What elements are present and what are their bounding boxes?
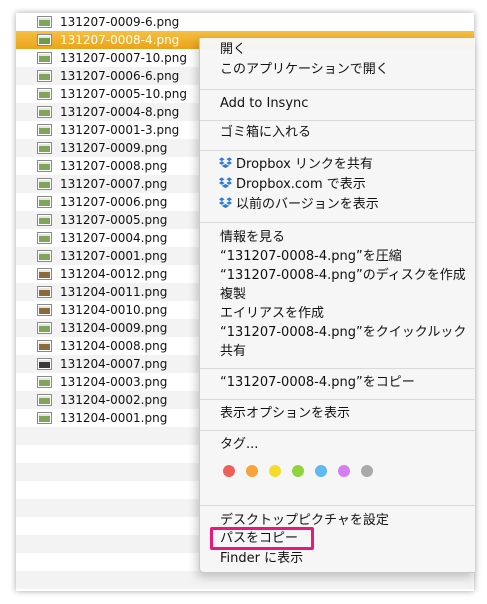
tag-color-dot[interactable] (315, 465, 327, 477)
file-name: 131207-0006-6.png (60, 69, 180, 83)
dropbox-icon (218, 177, 233, 189)
file-name: 131207-0005-10.png (60, 87, 187, 101)
tag-color-dot[interactable] (223, 465, 235, 477)
menu-separator (200, 399, 475, 400)
png-file-thumbnail-icon (37, 412, 52, 424)
png-file-thumbnail-icon (37, 394, 52, 406)
file-name: 131207-0006.png (60, 195, 168, 209)
png-file-thumbnail-icon (37, 214, 52, 226)
file-name: 131204-0010.png (60, 303, 168, 317)
menu-item-dropbox-view-web[interactable]: Dropbox.com で表示 (218, 175, 475, 195)
png-file-thumbnail-icon (37, 286, 52, 298)
menu-separator (200, 505, 475, 506)
file-name: 131207-0001-3.png (60, 123, 180, 137)
file-name: 131207-0004-8.png (60, 105, 180, 119)
file-name: 131207-0005.png (60, 213, 168, 227)
menu-separator (200, 368, 475, 369)
file-name: 131207-0004.png (60, 231, 168, 245)
menu-item-open[interactable]: 開く (220, 40, 475, 60)
menu-item-share[interactable]: 共有 (220, 342, 475, 362)
file-name: 131207-0009.png (60, 141, 168, 155)
menu-separator (200, 222, 475, 223)
png-file-thumbnail-icon (37, 34, 52, 46)
png-file-thumbnail-icon (37, 376, 52, 388)
png-file-thumbnail-icon (37, 106, 52, 118)
file-name: 131207-0007-10.png (60, 51, 187, 65)
menu-item-get-info[interactable]: 情報を見る (220, 228, 475, 248)
file-name: 131204-0007.png (60, 357, 168, 371)
file-name: 131204-0011.png (60, 285, 168, 299)
png-file-thumbnail-icon (37, 268, 52, 280)
menu-item-label: Dropbox.com で表示 (236, 177, 366, 192)
annotation-highlight-box (210, 527, 314, 550)
dropbox-icon (218, 157, 233, 169)
png-file-thumbnail-icon (37, 124, 52, 136)
menu-item-make-alias[interactable]: エイリアスを作成 (220, 304, 475, 324)
menu-separator (200, 150, 475, 151)
dropbox-icon (218, 197, 233, 209)
tag-color-dot[interactable] (246, 465, 258, 477)
png-file-thumbnail-icon (37, 52, 52, 64)
menu-separator (200, 430, 475, 431)
file-name: 131204-0009.png (60, 321, 168, 335)
context-menu: 開く このアプリケーションで開く Add to Insync ゴミ箱に入れる D… (199, 38, 475, 573)
tag-color-dot[interactable] (269, 465, 281, 477)
tag-color-dot[interactable] (292, 465, 304, 477)
menu-item-reveal-in-finder[interactable]: Finder に表示 (220, 549, 475, 569)
file-name: 131207-0009-6.png (60, 15, 180, 29)
menu-item-dropbox-previous-versions[interactable]: 以前のバージョンを表示 (218, 195, 475, 215)
png-file-thumbnail-icon (37, 322, 52, 334)
menu-item-add-to-insync[interactable]: Add to Insync (220, 94, 475, 114)
menu-item-copy-item[interactable]: “131207-0008-4.png”をコピー (220, 373, 475, 393)
file-name: 131204-0002.png (60, 393, 168, 407)
tag-color-dot[interactable] (361, 465, 373, 477)
menu-item-show-view-options[interactable]: 表示オプションを表示 (220, 404, 475, 424)
file-name: 131204-0008.png (60, 339, 168, 353)
menu-item-open-with[interactable]: このアプリケーションで開く (220, 60, 475, 80)
png-file-thumbnail-icon (37, 142, 52, 154)
menu-item-dropbox-share-link[interactable]: Dropbox リンクを共有 (218, 155, 475, 175)
file-name: 131207-0008.png (60, 159, 168, 173)
file-row[interactable]: 131207-0009-6.png (16, 13, 474, 31)
menu-item-compress[interactable]: “131207-0008-4.png”を圧縮 (220, 247, 475, 267)
menu-item-label: Dropbox リンクを共有 (236, 157, 373, 172)
file-name: 131207-0008-4.png (60, 33, 180, 47)
png-file-thumbnail-icon (37, 232, 52, 244)
png-file-thumbnail-icon (37, 70, 52, 82)
menu-separator (200, 89, 475, 90)
menu-item-label: 以前のバージョンを表示 (236, 197, 379, 212)
menu-separator (200, 120, 475, 121)
png-file-thumbnail-icon (37, 304, 52, 316)
menu-item-tags[interactable]: タグ... (220, 435, 475, 455)
png-file-thumbnail-icon (37, 160, 52, 172)
menu-item-burn-to-disc[interactable]: “131207-0008-4.png”のディスクを作成 (220, 266, 475, 286)
png-file-thumbnail-icon (37, 250, 52, 262)
menu-item-quick-look[interactable]: “131207-0008-4.png”をクイックルック (220, 323, 475, 343)
png-file-thumbnail-icon (37, 358, 52, 370)
png-file-thumbnail-icon (37, 340, 52, 352)
file-name: 131207-0001.png (60, 249, 168, 263)
tag-color-dot[interactable] (338, 465, 350, 477)
menu-item-duplicate[interactable]: 複製 (220, 285, 475, 305)
file-name: 131204-0012.png (60, 267, 168, 281)
file-name: 131204-0003.png (60, 375, 168, 389)
screenshot: 131207-0009-6.png 131207-0008-4.png 131207… (0, 0, 487, 604)
png-file-thumbnail-icon (37, 196, 52, 208)
png-file-thumbnail-icon (37, 16, 52, 28)
file-name: 131207-0007.png (60, 177, 168, 191)
file-name: 131204-0001.png (60, 411, 168, 425)
png-file-thumbnail-icon (37, 88, 52, 100)
menu-item-move-to-trash[interactable]: ゴミ箱に入れる (220, 123, 475, 143)
png-file-thumbnail-icon (37, 178, 52, 190)
